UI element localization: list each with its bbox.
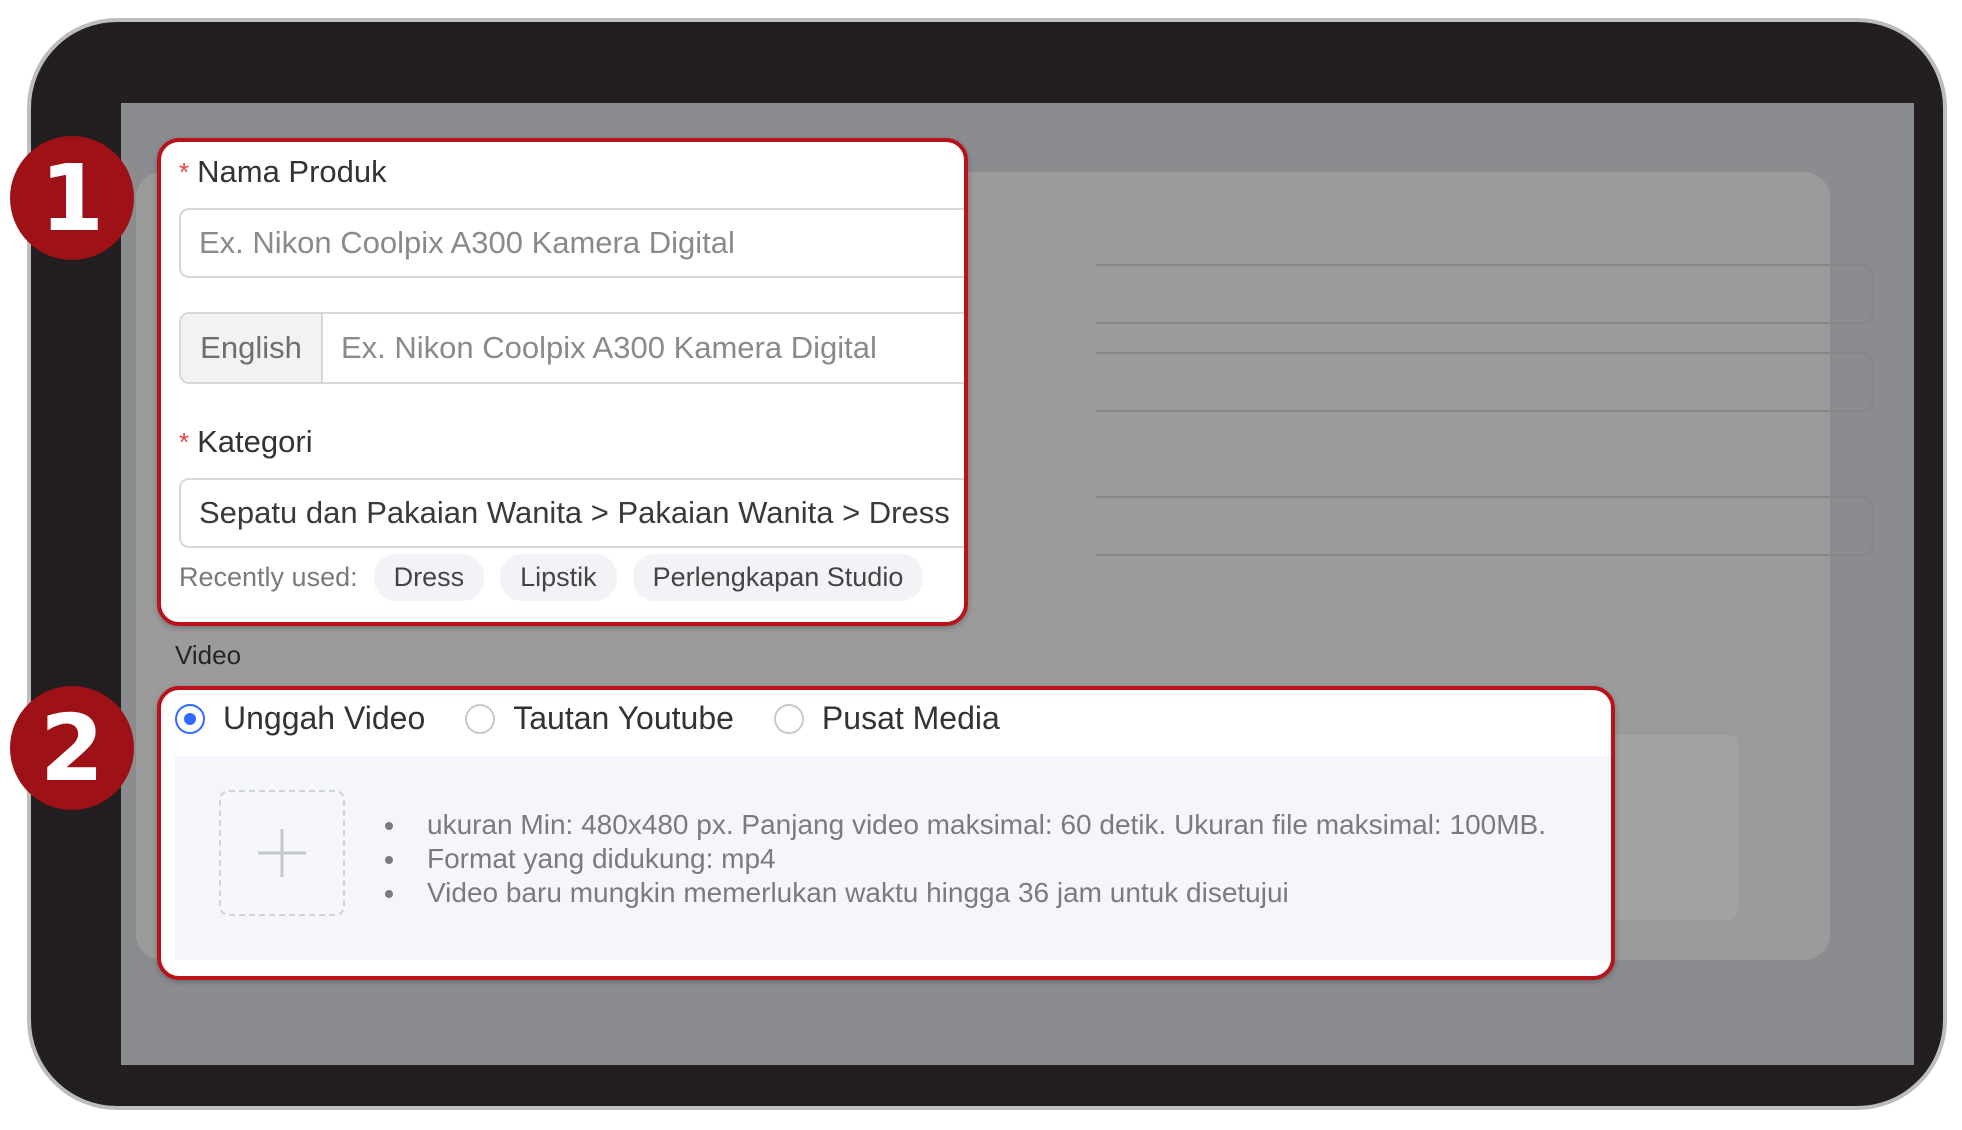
category-label: Kategori — [197, 424, 313, 459]
background-field — [1096, 352, 1874, 412]
radio-label: Pusat Media — [821, 700, 1000, 736]
plus-icon — [258, 829, 306, 877]
product-name-english-field[interactable]: English Ex. Nikon Coolpix A300 Kamera Di… — [179, 312, 964, 384]
recently-used-row: Recently used: Dress Lipstik Perlengkapa… — [179, 554, 924, 601]
recently-used-label: Recently used: — [179, 562, 358, 592]
recent-category-chip[interactable]: Dress — [373, 554, 485, 601]
required-marker: * — [179, 426, 190, 457]
category-select[interactable]: Sepatu dan Pakaian Wanita > Pakaian Wani… — [179, 478, 964, 548]
language-addon: English — [181, 314, 323, 382]
radio-selected-icon — [175, 703, 205, 734]
product-name-english-input[interactable]: Ex. Nikon Coolpix A300 Kamera Digital — [323, 314, 964, 382]
required-marker: * — [179, 156, 190, 187]
step-badge-2: 2 — [10, 686, 134, 810]
radio-tautan-youtube[interactable]: Tautan Youtube — [465, 700, 734, 737]
video-upload-highlight: Unggah Video Tautan Youtube Pusat Media … — [157, 686, 1615, 980]
background-field — [1096, 264, 1874, 324]
product-info-highlight: * Nama Produk Ex. Nikon Coolpix A300 Kam… — [157, 138, 968, 626]
product-name-input[interactable]: Ex. Nikon Coolpix A300 Kamera Digital — [179, 208, 964, 278]
category-value: Sepatu dan Pakaian Wanita > Pakaian Wani… — [199, 495, 950, 530]
step-badge-1: 1 — [10, 136, 134, 260]
upload-video-button[interactable] — [219, 790, 345, 916]
video-requirements-list: ukuran Min: 480x480 px. Panjang video ma… — [385, 808, 1546, 910]
radio-pusat-media[interactable]: Pusat Media — [773, 700, 1000, 737]
video-section-label: Video — [175, 640, 242, 670]
video-requirement-item: Video baru mungkin memerlukan waktu hing… — [385, 876, 1546, 910]
video-requirement-item: ukuran Min: 480x480 px. Panjang video ma… — [385, 808, 1546, 842]
video-upload-area: ukuran Min: 480x480 px. Panjang video ma… — [175, 756, 1611, 960]
product-name-label-row: * Nama Produk — [179, 154, 387, 190]
radio-unselected-icon — [773, 703, 804, 734]
product-name-label: Nama Produk — [197, 154, 387, 189]
radio-label: Tautan Youtube — [513, 700, 734, 736]
background-video-area — [1600, 735, 1738, 920]
radio-unggah-video[interactable]: Unggah Video — [175, 700, 425, 737]
video-requirement-item: Format yang didukung: mp4 — [385, 842, 1546, 876]
background-field — [1096, 496, 1874, 556]
video-source-radio-group: Unggah Video Tautan Youtube Pusat Media — [175, 700, 1040, 737]
radio-label: Unggah Video — [223, 700, 426, 736]
recent-category-chip[interactable]: Lipstik — [500, 554, 617, 601]
recent-category-chip[interactable]: Perlengkapan Studio — [632, 554, 924, 601]
category-label-row: * Kategori — [179, 424, 313, 460]
radio-unselected-icon — [465, 703, 496, 734]
